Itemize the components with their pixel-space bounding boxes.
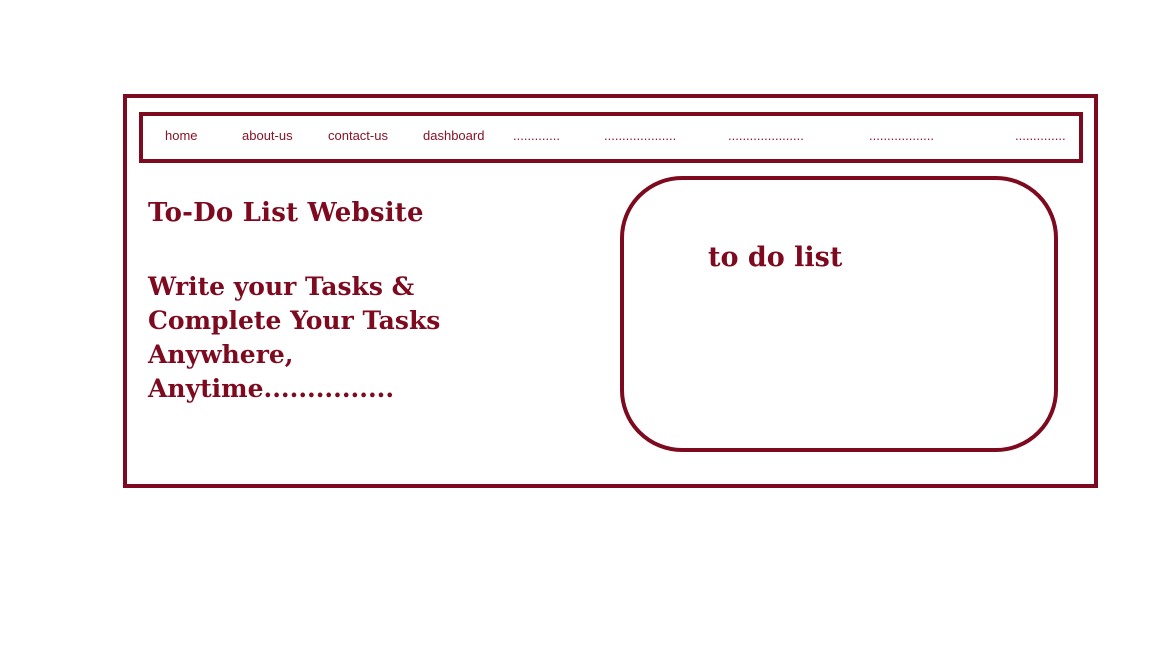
nav-item-about-us[interactable]: about-us (242, 128, 293, 143)
nav-item-placeholder-4[interactable]: .................. (869, 128, 934, 143)
nav-item-contact-us[interactable]: contact-us (328, 128, 388, 143)
nav-item-placeholder-1[interactable]: ............. (513, 128, 560, 143)
todo-list-title: to do list (708, 242, 843, 273)
nav-item-placeholder-3[interactable]: ..................... (728, 128, 804, 143)
nav-item-placeholder-2[interactable]: .................... (604, 128, 676, 143)
todo-list-card[interactable]: to do list (620, 176, 1058, 452)
hero-tagline: Write your Tasks & Complete Your Tasks A… (148, 272, 441, 403)
nav-item-placeholder-5[interactable]: .............. (1015, 128, 1066, 143)
nav-item-home[interactable]: home (165, 128, 198, 143)
nav-item-dashboard[interactable]: dashboard (423, 128, 484, 143)
nav-bar: home about-us contact-us dashboard .....… (139, 112, 1083, 163)
hero-title: To-Do List Website (148, 198, 424, 228)
